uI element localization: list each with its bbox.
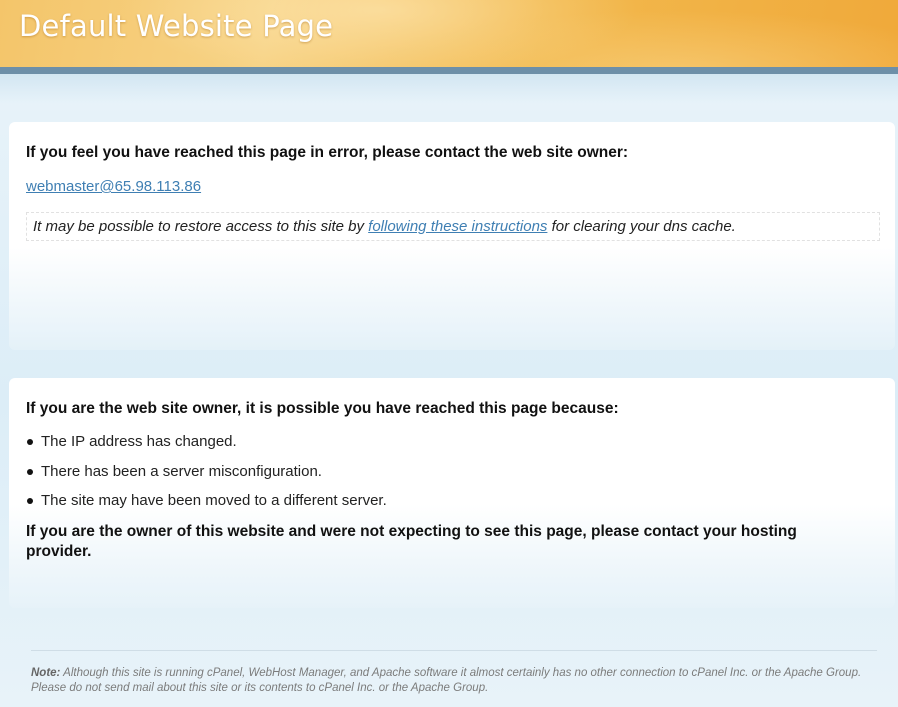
footer-note-text: Although this site is running cPanel, We… [31, 667, 862, 694]
footer-note-label: Note: [31, 667, 61, 679]
footer-divider [31, 650, 877, 651]
reason-text: The IP address has changed. [41, 433, 237, 450]
owner-contact-message: If you are the owner of this website and… [26, 523, 797, 560]
owner-panel-heading: If you are the web site owner, it is pos… [26, 400, 619, 417]
bullet-icon [27, 498, 33, 504]
reason-text: There has been a server misconfiguration… [41, 462, 322, 480]
page-header: Default Website Page [0, 0, 898, 67]
error-panel-heading: If you feel you have reached this page i… [26, 144, 629, 161]
webmaster-email-link[interactable]: webmaster@65.98.113.86 [26, 178, 201, 195]
dns-instructions-link[interactable]: following these instructions [368, 218, 547, 235]
error-contact-panel: If you feel you have reached this page i… [9, 122, 895, 350]
list-item: The IP address has changed. [26, 433, 387, 463]
reason-list: The IP address has changed. There has be… [26, 433, 387, 522]
header-divider-bar [0, 67, 898, 74]
dns-cache-text-prefix: It may be possible to restore access to … [33, 218, 369, 235]
footer-note: Note: Although this site is running cPan… [31, 666, 877, 696]
owner-info-panel: If you are the web site owner, it is pos… [9, 378, 895, 608]
bullet-icon [27, 468, 33, 475]
header-shadow [0, 74, 898, 104]
dns-cache-notice: It may be possible to restore access to … [26, 212, 880, 241]
dns-cache-text-suffix: for clearing your dns cache. [547, 218, 736, 235]
dns-cache-text: It may be possible to restore access to … [33, 218, 736, 235]
list-item: The site may have been moved to a differ… [26, 492, 387, 522]
page-title: Default Website Page [19, 9, 334, 43]
list-item: There has been a server misconfiguration… [26, 463, 387, 493]
reason-text: The site may have been moved to a differ… [41, 492, 387, 509]
bullet-icon [27, 439, 33, 445]
